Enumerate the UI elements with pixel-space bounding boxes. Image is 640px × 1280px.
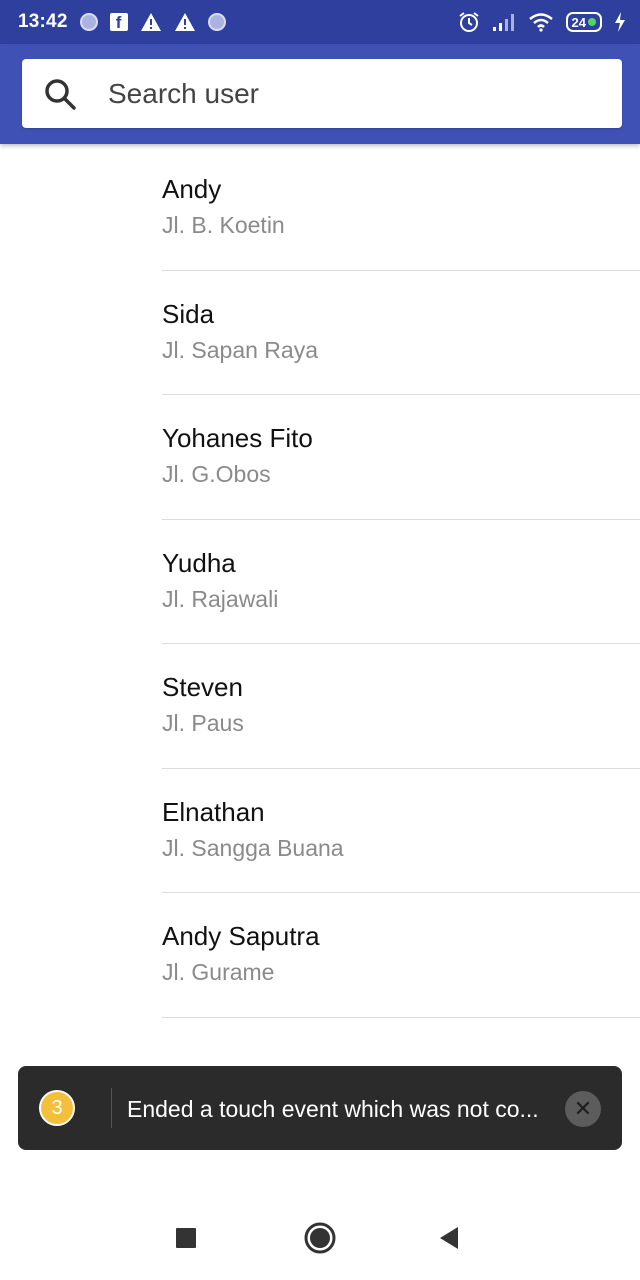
user-address: Jl. Gurame (162, 959, 275, 985)
search-box[interactable] (22, 59, 622, 128)
wifi-icon (528, 13, 553, 32)
back-icon[interactable] (432, 1220, 468, 1256)
user-address: Jl. G.Obos (162, 461, 271, 487)
user-name: Yudha (162, 547, 236, 578)
list-item[interactable]: Steven Jl. Paus (162, 644, 640, 769)
user-name: Elnathan (162, 796, 265, 827)
close-icon[interactable]: ✕ (565, 1091, 601, 1127)
list-item[interactable]: Yudha Jl. Rajawali (162, 520, 640, 644)
alarm-icon (458, 12, 479, 32)
search-icon[interactable] (42, 76, 78, 112)
charging-icon (615, 12, 625, 32)
toast-count-badge: 3 (39, 1090, 75, 1126)
battery-icon: 24 (565, 12, 602, 32)
notification-dot-icon (207, 13, 226, 31)
warning-icon (174, 13, 195, 31)
user-name: Andy Saputra (162, 921, 320, 951)
battery-dot (588, 18, 596, 26)
list-item[interactable]: Sida Jl. Sapan Raya (162, 271, 640, 395)
user-address: Jl. Rajawali (162, 585, 279, 612)
user-name: Steven (162, 672, 243, 702)
screen: 13:42 f 24 Search user Andy Jl. B. Koeti… (0, 0, 640, 1280)
warning-icon (140, 13, 161, 31)
app-header (0, 44, 640, 144)
list-item[interactable]: Elnathan Jl. Sangga Buana (162, 769, 640, 893)
user-name: Andy (162, 174, 222, 204)
status-right: 24 (458, 11, 626, 33)
status-left: 13:42 f (18, 11, 226, 33)
home-icon[interactable] (302, 1220, 338, 1256)
signal-icon (492, 14, 514, 31)
battery-level: 24 (571, 14, 586, 30)
status-bar: 13:42 f 24 (0, 0, 640, 44)
user-name: Yohanes Fito (162, 423, 313, 453)
notification-dot-icon (79, 13, 98, 31)
list-item[interactable]: Andy Jl. B. Koetin (162, 146, 640, 271)
toast-divider (111, 1088, 112, 1128)
facebook-icon: f (109, 13, 128, 31)
recents-icon[interactable] (168, 1220, 204, 1256)
warning-toast[interactable]: 3 Ended a touch event which was not co..… (18, 1066, 622, 1150)
status-time: 13:42 (18, 11, 68, 32)
toast-message: Ended a touch event which was not co... (127, 1096, 539, 1122)
user-address: Jl. B. Koetin (162, 212, 285, 238)
list-item[interactable]: Yohanes Fito Jl. G.Obos (162, 395, 640, 520)
list-item[interactable]: Andy Saputra Jl. Gurame (162, 893, 640, 1018)
user-address: Jl. Sangga Buana (162, 834, 344, 861)
user-name: Sida (162, 298, 215, 329)
user-list: Andy Jl. B. Koetin Sida Jl. Sapan Raya Y… (0, 146, 640, 1018)
user-address: Jl. Sapan Raya (162, 336, 318, 363)
user-address: Jl. Paus (162, 710, 244, 736)
search-input[interactable] (108, 59, 608, 128)
nav-bar (0, 1196, 640, 1280)
